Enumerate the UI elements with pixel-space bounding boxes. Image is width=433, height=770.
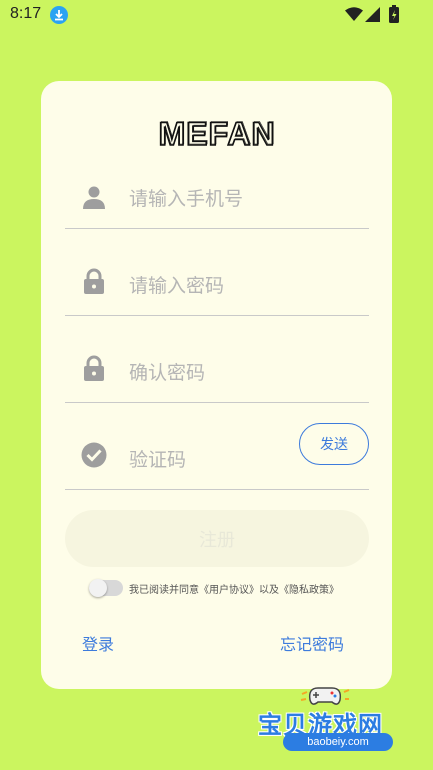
phone-field[interactable]: 请输入手机号 [65,142,369,229]
phone-input[interactable]: 请输入手机号 [129,184,243,211]
check-circle-icon [81,442,107,468]
forgot-password-link[interactable]: 忘记密码 [280,631,344,655]
agreement-row: 我已阅读并同意《用户协议》以及《隐私政策》 [89,579,339,597]
person-icon [83,186,105,209]
register-button[interactable]: 注册 [65,510,369,567]
confirm-password-input[interactable]: 确认密码 [129,358,205,385]
agree-toggle[interactable] [89,579,123,597]
watermark: 宝贝游戏网 baobeiy.com [255,680,405,765]
register-card: MEFAN MEFAN 请输入手机号 请输入密码 确认密码 验证码 发送 注册 … [41,81,392,689]
download-icon [50,6,68,24]
code-input[interactable]: 验证码 [129,445,186,472]
code-field[interactable]: 验证码 发送 [65,403,369,490]
lock-icon [84,268,104,294]
login-link[interactable]: 登录 [82,631,114,655]
password-input[interactable]: 请输入密码 [129,271,224,298]
wifi-icon [345,7,363,21]
signal-icon [365,7,380,22]
confirm-password-field[interactable]: 确认密码 [65,316,369,403]
status-time: 8:17 [10,5,42,22]
password-field[interactable]: 请输入密码 [65,229,369,316]
toggle-knob [89,579,107,597]
send-code-button[interactable]: 发送 [299,423,369,465]
watermark-url: baobeiy.com [283,733,393,751]
battery-icon [389,5,399,23]
agreement-text[interactable]: 我已阅读并同意《用户协议》以及《隐私政策》 [129,581,339,596]
status-bar: 8:17 [0,0,433,30]
lock-icon [84,355,104,381]
